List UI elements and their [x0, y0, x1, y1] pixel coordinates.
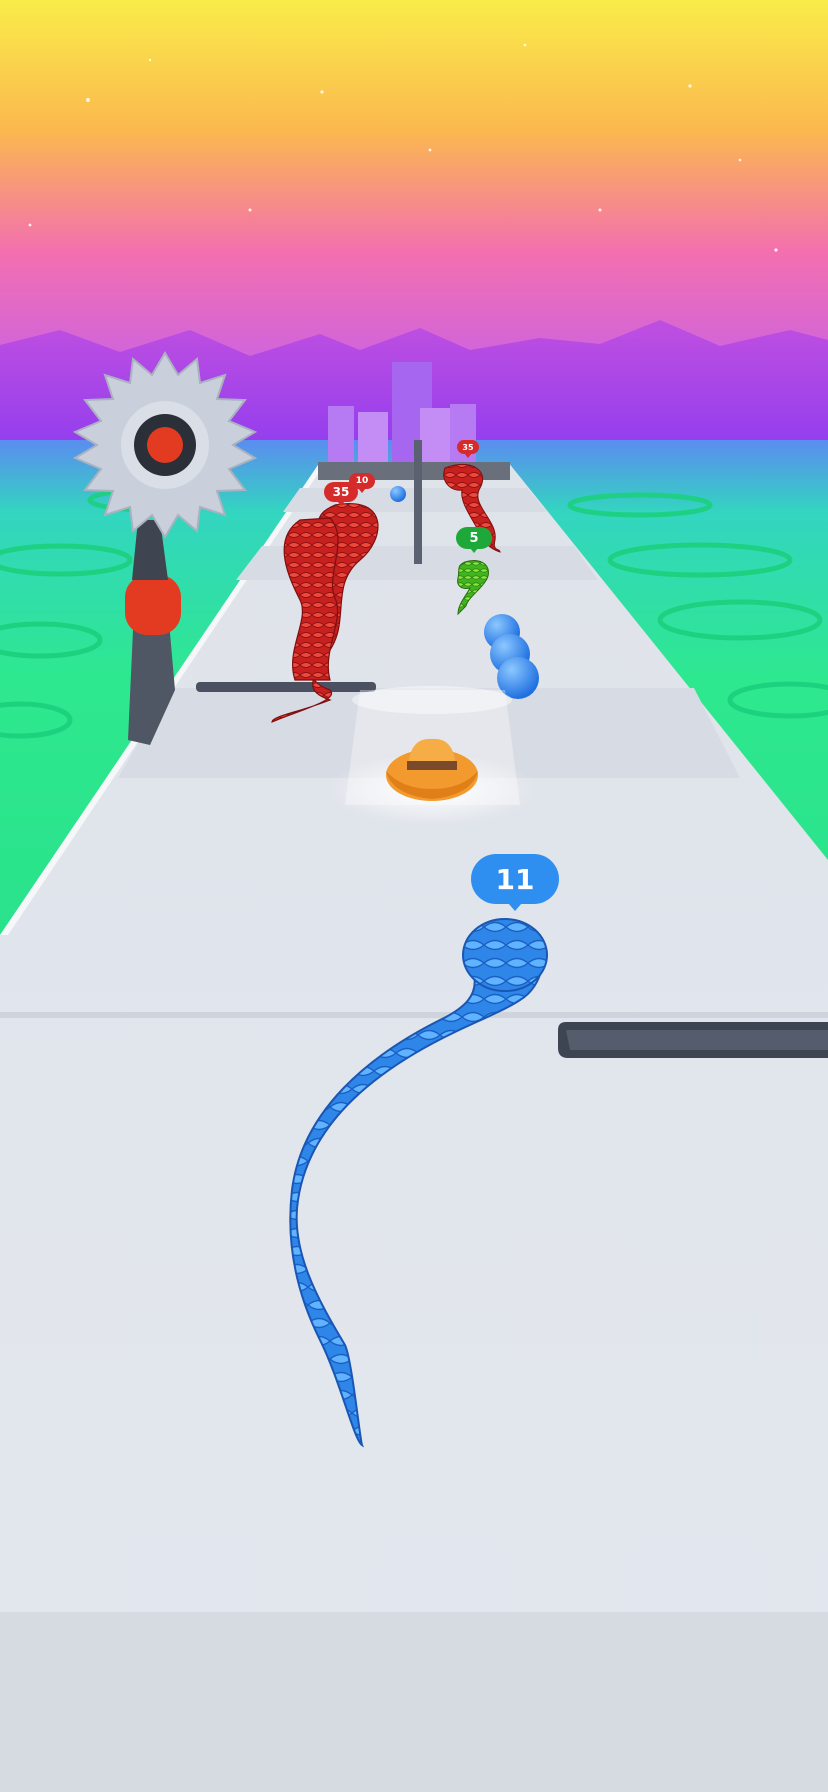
enemy-length-badge: 35: [457, 440, 479, 454]
player-snake-head: [462, 918, 548, 992]
track-bottom-band: [0, 1612, 828, 1792]
hole-left: [196, 682, 376, 692]
enemy-length-badge: 10: [349, 473, 375, 489]
ally-length-badge: 5: [456, 527, 492, 549]
player-length-badge: 11: [471, 854, 559, 904]
game-scene: [0, 0, 828, 1792]
hole-right-inner: [566, 1030, 828, 1050]
